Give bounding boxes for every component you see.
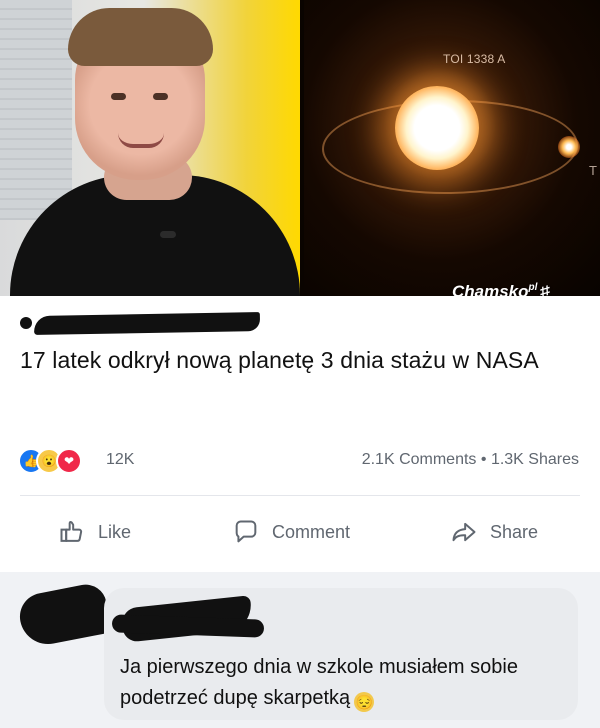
stats-separator: •	[480, 451, 487, 468]
planet	[558, 136, 580, 158]
share-icon	[452, 522, 476, 542]
like-label: Like	[98, 521, 132, 542]
hair	[68, 8, 213, 66]
post-headline: 17 latek odkrył nową planetę 3 dnia staż…	[20, 347, 539, 373]
left-eye	[111, 93, 126, 100]
planet-label: TOI 1338 A	[443, 52, 506, 66]
comment-button[interactable]: Comment	[232, 503, 350, 561]
separator	[20, 495, 580, 496]
comment-text: Ja pierwszego dnia w szkole musiałem sob…	[120, 652, 580, 714]
share-button[interactable]: Share	[450, 503, 538, 561]
post-stats: 2.1K Comments • 1.3K Shares	[362, 451, 579, 469]
reaction-summary[interactable]: 👍 😮 ❤ 12K	[18, 448, 228, 474]
like-button[interactable]: Like	[58, 503, 131, 561]
comment-icon	[235, 520, 257, 543]
thumbs-up-icon	[60, 520, 83, 542]
shares-count[interactable]: 1.3K Shares	[491, 451, 579, 468]
pensive-face-icon: 😔	[354, 692, 375, 712]
right-eye	[153, 93, 168, 100]
share-label: Share	[490, 521, 539, 542]
redacted-author-name	[33, 312, 261, 335]
comment-label: Comment	[272, 521, 351, 542]
window-blinds	[0, 0, 72, 220]
student-photo	[0, 0, 300, 296]
post-image: TOI 1338 A T	[0, 0, 600, 296]
star-glow	[395, 86, 479, 170]
comment-body: Ja pierwszego dnia w szkole musiałem sob…	[120, 656, 518, 709]
comments-count[interactable]: 2.1K Comments	[362, 451, 477, 468]
lapel-microphone	[160, 231, 176, 238]
love-icon: ❤	[56, 448, 82, 474]
side-letter: T	[589, 163, 597, 178]
reaction-count[interactable]: 12K	[106, 451, 134, 469]
post-actions: Like Comment Share	[0, 503, 600, 561]
redacted-author-avatar	[20, 317, 32, 329]
